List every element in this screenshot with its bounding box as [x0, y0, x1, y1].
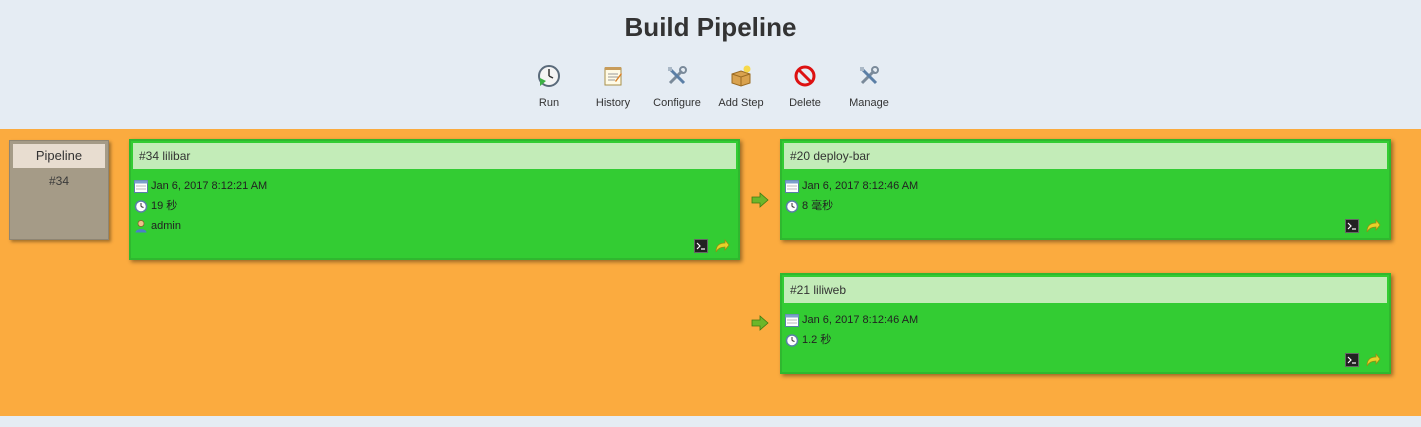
- build-actions: [694, 238, 734, 254]
- build-card-deploy-bar: #20 deploy-bar Jan 6, 2017 8:12:46 AM 8 …: [780, 139, 1391, 240]
- build-date-row: Jan 6, 2017 8:12:46 AM: [785, 312, 918, 328]
- toolbar: Run History Configure Add Step Delete Ma…: [517, 62, 904, 114]
- no-entry-icon: [794, 65, 816, 87]
- add-step-button[interactable]: Add Step: [709, 62, 773, 114]
- build-date-row: Jan 6, 2017 8:12:21 AM: [134, 178, 267, 194]
- rerun-arrow-icon[interactable]: [1365, 218, 1381, 234]
- rerun-arrow-icon[interactable]: [1365, 352, 1381, 368]
- clock-icon: [785, 334, 799, 347]
- calendar-icon: [785, 180, 799, 194]
- build-title[interactable]: #34 lilibar: [133, 143, 736, 169]
- page-title: Build Pipeline: [624, 12, 797, 42]
- build-duration-row: 19 秒: [134, 198, 177, 214]
- history-label: History: [595, 97, 631, 109]
- notepad-icon: [604, 67, 622, 86]
- pipeline-revision-box[interactable]: Pipeline #34: [9, 140, 109, 240]
- build-actions: [1345, 352, 1385, 368]
- console-icon[interactable]: [1345, 219, 1359, 233]
- pipeline-number: #34: [48, 174, 70, 188]
- build-duration: 8 毫秒: [802, 200, 834, 213]
- history-button[interactable]: History: [581, 62, 645, 114]
- calendar-icon: [134, 180, 148, 194]
- console-icon[interactable]: [1345, 353, 1359, 367]
- pipeline-label: Pipeline: [13, 144, 105, 168]
- build-date-row: Jan 6, 2017 8:12:46 AM: [785, 178, 918, 194]
- calendar-icon: [785, 314, 799, 328]
- build-duration-row: 8 毫秒: [785, 198, 833, 214]
- build-card-liliweb: #21 liliweb Jan 6, 2017 8:12:46 AM 1.2 秒: [780, 273, 1391, 374]
- build-card-lilibar: #34 lilibar Jan 6, 2017 8:12:21 AM 19 秒 …: [129, 139, 740, 260]
- run-button[interactable]: Run: [517, 62, 581, 114]
- build-date: Jan 6, 2017 8:12:21 AM: [151, 180, 268, 193]
- build-title[interactable]: #21 liliweb: [784, 277, 1387, 303]
- build-date: Jan 6, 2017 8:12:46 AM: [802, 314, 919, 327]
- build-duration: 1.2 秒: [802, 334, 832, 347]
- configure-button[interactable]: Configure: [645, 62, 709, 114]
- delete-label: Delete: [789, 97, 821, 109]
- run-label: Run: [538, 97, 560, 109]
- user-icon: [135, 220, 147, 233]
- box-add-icon: [731, 65, 751, 87]
- manage-label: Manage: [849, 97, 889, 109]
- delete-button[interactable]: Delete: [773, 62, 837, 114]
- clock-run-icon: [538, 65, 560, 87]
- console-icon[interactable]: [694, 239, 708, 253]
- tools-icon: [860, 66, 879, 85]
- manage-button[interactable]: Manage: [837, 62, 901, 114]
- rerun-arrow-icon[interactable]: [714, 238, 730, 254]
- build-title[interactable]: #20 deploy-bar: [784, 143, 1387, 169]
- connector-arrow-icon: [751, 192, 769, 208]
- build-actions: [1345, 218, 1385, 234]
- build-duration-row: 1.2 秒: [785, 332, 831, 348]
- pipeline-board: Pipeline #34 #34 lilibar Jan 6, 2017 8:1…: [0, 129, 1421, 416]
- build-user: admin: [151, 220, 181, 233]
- build-date: Jan 6, 2017 8:12:46 AM: [802, 180, 919, 193]
- clock-icon: [785, 200, 799, 213]
- clock-icon: [134, 200, 148, 213]
- tools-icon: [668, 66, 687, 85]
- build-duration: 19 秒: [151, 200, 178, 213]
- add-step-label: Add Step: [718, 97, 764, 109]
- connector-arrow-icon: [751, 315, 769, 331]
- build-user-row: admin: [134, 218, 181, 234]
- configure-label: Configure: [653, 97, 701, 109]
